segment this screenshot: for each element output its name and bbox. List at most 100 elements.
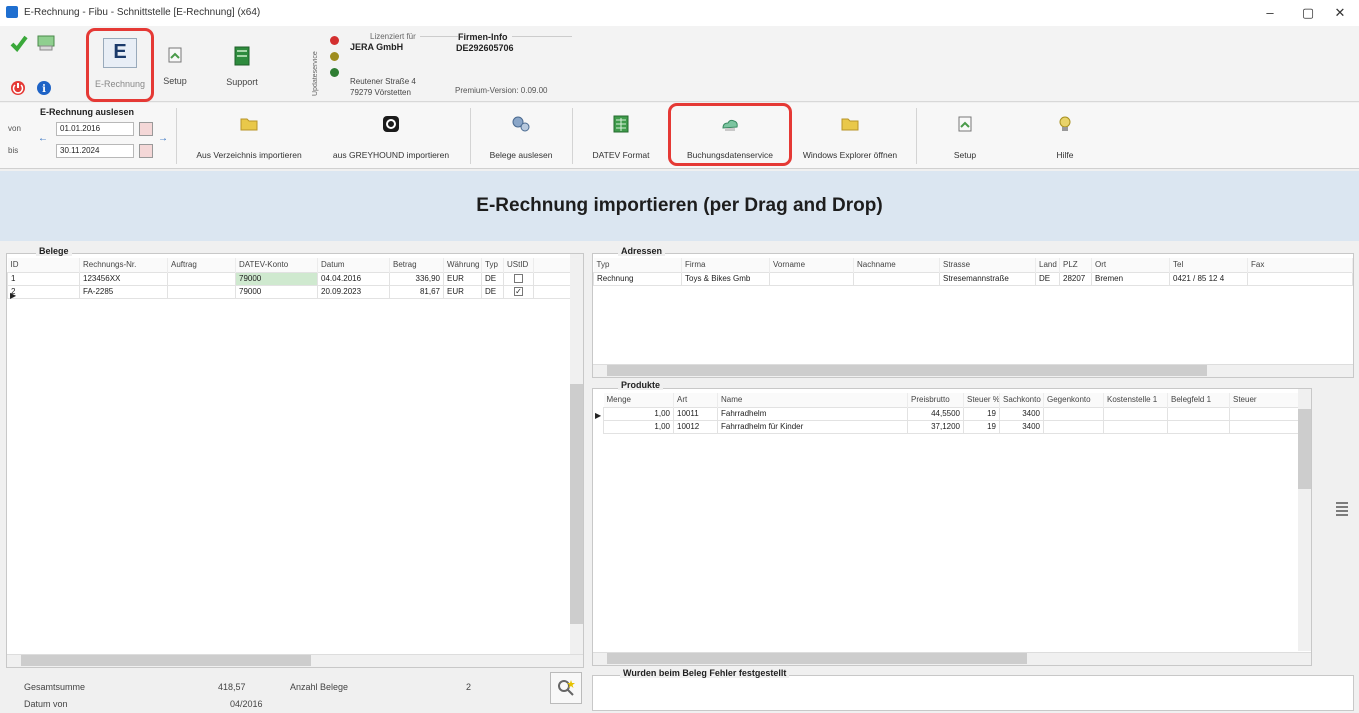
cell-waehrung[interactable]: EUR	[443, 284, 482, 299]
cell-art[interactable]: 10011	[673, 406, 718, 421]
table-row[interactable]: 1,00 10011 Fahrradhelm 44,5500 19 3400	[603, 406, 1299, 421]
datev-button[interactable]: DATEV Format	[582, 115, 660, 160]
cell-art[interactable]: 10012	[673, 419, 718, 434]
read-docs-button[interactable]: Belege auslesen	[478, 115, 564, 160]
cell-datum[interactable]: 20.09.2023	[317, 284, 390, 299]
date-from-input[interactable]: 01.01.2016	[56, 122, 134, 136]
col-plz[interactable]: PLZ	[1059, 258, 1092, 272]
col-fax[interactable]: Fax	[1247, 258, 1353, 272]
cell-auftrag[interactable]	[167, 284, 236, 299]
ustid-checkbox[interactable]	[514, 274, 523, 284]
cell-steuer[interactable]: 19	[963, 406, 1000, 421]
power-icon[interactable]	[10, 80, 26, 96]
cell-steuer[interactable]: 19	[963, 419, 1000, 434]
cell-konto[interactable]: 79000	[235, 271, 318, 286]
col-sachkonto[interactable]: Sachkonto	[999, 393, 1044, 407]
setup-top-button[interactable]: Setup	[160, 46, 190, 86]
cell-datum[interactable]: 04.04.2016	[317, 271, 390, 286]
col-id[interactable]: ID	[7, 258, 80, 272]
col-gegenkonto[interactable]: Gegenkonto	[1043, 393, 1104, 407]
cell-menge[interactable]: 1,00	[603, 406, 674, 421]
col-rechnung[interactable]: Rechnungs-Nr.	[79, 258, 168, 272]
col-land[interactable]: Land	[1035, 258, 1060, 272]
arrow-right-icon[interactable]: →	[158, 133, 168, 144]
cell-waehrung[interactable]: EUR	[443, 271, 482, 286]
col-menge[interactable]: Menge	[603, 393, 674, 407]
cell-betrag[interactable]: 336,90	[389, 271, 444, 286]
scroll-thumb[interactable]	[607, 365, 1207, 376]
cell-strasse[interactable]: Stresemannstraße	[939, 271, 1036, 286]
setup-button[interactable]: Setup	[940, 115, 990, 160]
col-belegfeld[interactable]: Belegfeld 1	[1167, 393, 1230, 407]
cell-sachkonto[interactable]: 3400	[999, 419, 1044, 434]
drop-banner[interactable]: E-Rechnung importieren (per Drag and Dro…	[0, 171, 1359, 241]
calendar-from-icon[interactable]	[139, 122, 153, 136]
col-steuer[interactable]: Steuer %	[963, 393, 1000, 407]
produkte-vscroll[interactable]	[1298, 389, 1311, 651]
cell-auftrag[interactable]	[167, 271, 236, 286]
col-waehrung[interactable]: Währung	[443, 258, 482, 272]
table-row[interactable]: 1 123456XX 79000 04.04.2016 336,90 EUR D…	[7, 271, 583, 286]
help-button[interactable]: Hilfe	[1040, 115, 1090, 160]
col-kostenstelle[interactable]: Kostenstelle 1	[1103, 393, 1168, 407]
cell-vorname[interactable]	[769, 271, 854, 286]
cell-name[interactable]: Fahrradhelm	[717, 406, 908, 421]
explorer-button[interactable]: Windows Explorer öffnen	[792, 115, 908, 160]
table-row[interactable]: Rechnung Toys & Bikes Gmb Stresemannstra…	[593, 271, 1353, 286]
booking-service-button[interactable]: Buchungsdatenservice	[674, 115, 786, 160]
cell-firma[interactable]: Toys & Bikes Gmb	[681, 271, 770, 286]
scroll-thumb[interactable]	[570, 384, 583, 624]
arrow-left-icon[interactable]: ←	[38, 133, 48, 144]
date-to-input[interactable]: 30.11.2024	[56, 144, 134, 158]
col-konto[interactable]: DATEV-Konto	[235, 258, 318, 272]
table-row[interactable]: 2 FA-2285 79000 20.09.2023 81,67 EUR DE …	[7, 284, 583, 299]
adressen-hscroll[interactable]	[593, 364, 1353, 377]
cell-ort[interactable]: Bremen	[1091, 271, 1170, 286]
produkte-hscroll[interactable]	[593, 652, 1311, 665]
close-button[interactable]: ✕	[1320, 2, 1359, 24]
scroll-thumb[interactable]	[607, 653, 1027, 664]
col-vorname[interactable]: Vorname	[769, 258, 854, 272]
col-ustid[interactable]: UStID	[503, 258, 534, 272]
cell-typ[interactable]: Rechnung	[593, 271, 682, 286]
cell-betrag[interactable]: 81,67	[389, 284, 444, 299]
col-nachname[interactable]: Nachname	[853, 258, 940, 272]
col-preis[interactable]: Preisbrutto	[907, 393, 964, 407]
cell-land[interactable]: DE	[1035, 271, 1060, 286]
col-tel[interactable]: Tel	[1169, 258, 1248, 272]
import-greyhound-button[interactable]: aus GREYHOUND importieren	[318, 115, 464, 160]
col-betrag[interactable]: Betrag	[389, 258, 444, 272]
col-typ[interactable]: Typ	[481, 258, 504, 272]
checkmark-icon[interactable]	[10, 34, 28, 52]
cell-rechnung[interactable]: 123456XX	[79, 271, 168, 286]
support-button[interactable]: Support	[220, 46, 264, 87]
column-chooser-icon[interactable]	[1334, 500, 1350, 518]
cell-id[interactable]: 1	[7, 271, 80, 286]
scroll-thumb[interactable]	[1298, 409, 1311, 489]
cell-nachname[interactable]	[853, 271, 940, 286]
cell-typ[interactable]: DE	[481, 284, 504, 299]
belege-vscroll[interactable]	[570, 254, 583, 654]
info-icon[interactable]: i	[36, 80, 52, 96]
cell-name[interactable]: Fahrradhelm für Kinder	[717, 419, 908, 434]
table-row[interactable]: 1,00 10012 Fahrradhelm für Kinder 37,120…	[603, 419, 1299, 434]
cell-konto[interactable]: 79000	[235, 284, 318, 299]
col-firma[interactable]: Firma	[681, 258, 770, 272]
cell-typ[interactable]: DE	[481, 271, 504, 286]
calendar-to-icon[interactable]	[139, 144, 153, 158]
col-typ[interactable]: Typ	[593, 258, 682, 272]
import-dir-button[interactable]: Aus Verzeichnis importieren	[184, 115, 314, 160]
cell-preis[interactable]: 44,5500	[907, 406, 964, 421]
cell-sachkonto[interactable]: 3400	[999, 406, 1044, 421]
col-strasse[interactable]: Strasse	[939, 258, 1036, 272]
col-auftrag[interactable]: Auftrag	[167, 258, 236, 272]
col-art[interactable]: Art	[673, 393, 718, 407]
search-button[interactable]	[550, 672, 582, 704]
cell-menge[interactable]: 1,00	[603, 419, 674, 434]
col-steuer2[interactable]: Steuer	[1229, 393, 1299, 407]
cell-id[interactable]: 2	[7, 284, 80, 299]
scroll-thumb[interactable]	[21, 655, 311, 666]
belege-hscroll[interactable]	[7, 654, 583, 667]
col-ort[interactable]: Ort	[1091, 258, 1170, 272]
cell-preis[interactable]: 37,1200	[907, 419, 964, 434]
